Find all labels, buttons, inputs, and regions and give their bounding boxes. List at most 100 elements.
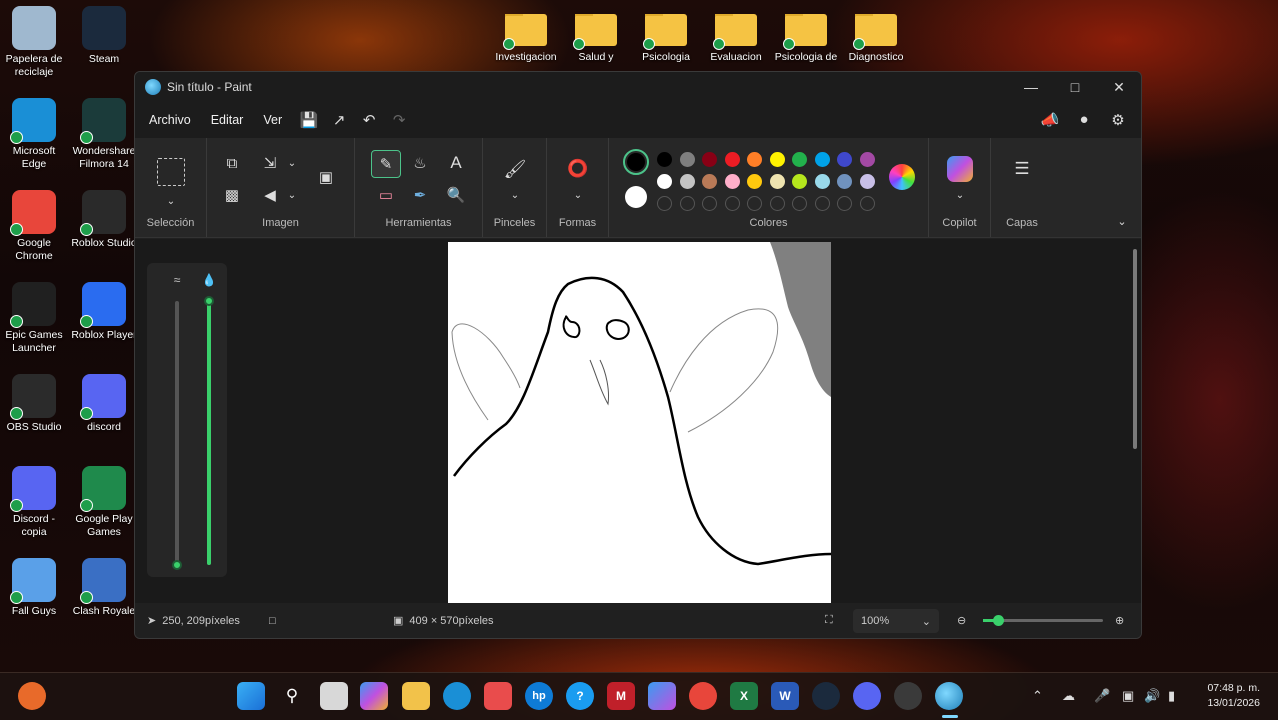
- clock[interactable]: 07:48 p. m. 13/01/2026: [1207, 681, 1260, 711]
- account-icon[interactable]: ●: [1069, 111, 1099, 129]
- desktop-shortcut[interactable]: Roblox Studio: [69, 190, 139, 250]
- task-view-icon[interactable]: [320, 682, 348, 710]
- color-picker-icon[interactable]: ✒: [407, 182, 433, 208]
- color-swatch[interactable]: [859, 174, 875, 189]
- obs-icon[interactable]: [894, 682, 922, 710]
- color-swatch[interactable]: [724, 152, 740, 167]
- opacity-slider[interactable]: 💧: [199, 273, 219, 573]
- magnifier-icon[interactable]: 🔍: [443, 182, 469, 208]
- size-slider-thumb[interactable]: [172, 560, 182, 570]
- color-swatch[interactable]: [679, 152, 695, 167]
- menu-ver[interactable]: Ver: [255, 113, 290, 127]
- weather-widget-icon[interactable]: [18, 682, 46, 710]
- color-swatch[interactable]: [859, 152, 875, 167]
- paint-taskbar-icon[interactable]: [935, 682, 963, 710]
- chevron-down-icon[interactable]: ⌄: [502, 182, 528, 208]
- chrome-icon[interactable]: [689, 682, 717, 710]
- chevron-down-icon[interactable]: ⌄: [947, 182, 973, 208]
- desktop-shortcut[interactable]: Clash Royale: [69, 558, 139, 618]
- color-swatch[interactable]: [702, 152, 717, 167]
- desktop-folder[interactable]: Diagnostico: [838, 14, 914, 63]
- desktop-shortcut[interactable]: Google Chrome: [0, 190, 69, 263]
- desktop-folder[interactable]: Investigacion: [488, 14, 564, 63]
- opacity-slider-thumb[interactable]: [204, 296, 214, 306]
- color-swatch[interactable]: [747, 152, 762, 167]
- color-swatch[interactable]: [724, 174, 740, 189]
- custom-color-slot[interactable]: [792, 196, 807, 211]
- secondary-color-button[interactable]: [625, 186, 647, 208]
- desktop-shortcut[interactable]: Epic Games Launcher: [0, 282, 69, 355]
- background-removal-icon[interactable]: ▣: [313, 164, 339, 190]
- minimize-button[interactable]: —: [1009, 79, 1053, 96]
- cloud-icon[interactable]: ☁: [1062, 688, 1075, 704]
- color-swatch[interactable]: [679, 174, 695, 189]
- desktop-folder[interactable]: Salud y: [558, 14, 634, 63]
- save-icon[interactable]: 💾: [294, 111, 324, 129]
- custom-color-slot[interactable]: [859, 196, 875, 211]
- chevron-down-icon[interactable]: ⌄: [279, 182, 305, 208]
- image-effects-icon[interactable]: ▩: [219, 182, 245, 208]
- color-swatch[interactable]: [814, 152, 830, 167]
- custom-color-slot[interactable]: [702, 196, 717, 211]
- zoom-out-icon[interactable]: ⊖: [957, 614, 966, 627]
- color-swatch[interactable]: [747, 174, 762, 189]
- brush-icon[interactable]: 🖌: [502, 156, 528, 182]
- zoom-in-icon[interactable]: ⊕: [1115, 614, 1124, 627]
- color-swatch[interactable]: [769, 174, 785, 189]
- color-swatch[interactable]: [702, 174, 717, 189]
- desktop-shortcut[interactable]: discord: [69, 374, 139, 434]
- custom-color-slot[interactable]: [769, 196, 785, 211]
- desktop-folder[interactable]: Evaluacion: [698, 14, 774, 63]
- share-icon[interactable]: ↗: [324, 111, 354, 129]
- desktop-shortcut[interactable]: Fall Guys: [0, 558, 69, 618]
- start-icon[interactable]: [237, 682, 265, 710]
- volume-icon[interactable]: 🔊: [1144, 688, 1160, 704]
- fill-bucket-icon[interactable]: ♨: [407, 150, 433, 176]
- windows-app-icon[interactable]: [648, 682, 676, 710]
- help-icon[interactable]: ?: [566, 682, 594, 710]
- color-swatch[interactable]: [769, 152, 785, 167]
- pencil-icon[interactable]: ✎: [371, 150, 401, 178]
- menu-editar[interactable]: Editar: [203, 113, 252, 127]
- hp-icon[interactable]: hp: [525, 682, 553, 710]
- edit-colors-icon[interactable]: [889, 164, 915, 190]
- custom-color-slot[interactable]: [679, 196, 695, 211]
- fit-to-window-icon[interactable]: ⛶: [825, 614, 833, 627]
- settings-gear-icon[interactable]: ⚙: [1103, 111, 1133, 129]
- color-swatch[interactable]: [792, 174, 807, 189]
- desktop-shortcut[interactable]: Papelera de reciclaje: [0, 6, 69, 79]
- collapse-ribbon-icon[interactable]: ⌄: [1109, 208, 1135, 234]
- color-swatch[interactable]: [837, 152, 852, 167]
- copilot-icon[interactable]: [360, 682, 388, 710]
- layers-icon[interactable]: ☰: [1009, 156, 1035, 182]
- copilot-icon[interactable]: [947, 156, 973, 182]
- search-icon[interactable]: ⚲: [278, 682, 306, 710]
- primary-color-button[interactable]: [623, 149, 649, 175]
- edge-icon[interactable]: [443, 682, 471, 710]
- excel-icon[interactable]: X: [730, 682, 758, 710]
- discord-icon[interactable]: [853, 682, 881, 710]
- desktop-folder[interactable]: Psicologia de: [768, 14, 844, 63]
- mcafee-icon[interactable]: M: [607, 682, 635, 710]
- steam-icon[interactable]: [812, 682, 840, 710]
- announcement-icon[interactable]: 📣: [1035, 111, 1065, 129]
- desktop-shortcut[interactable]: Roblox Player: [69, 282, 139, 342]
- select-rectangle-icon[interactable]: [157, 158, 185, 186]
- chevron-up-icon[interactable]: ⌃: [1032, 688, 1043, 704]
- store-icon[interactable]: [484, 682, 512, 710]
- close-button[interactable]: ✕: [1097, 79, 1141, 96]
- chevron-down-icon[interactable]: ⌄: [158, 188, 184, 214]
- redo-icon[interactable]: ↷: [384, 111, 414, 129]
- desktop-shortcut[interactable]: Wondershare Filmora 14: [69, 98, 139, 171]
- display-icon[interactable]: ▣: [1122, 688, 1134, 704]
- desktop-shortcut[interactable]: Google Play Games: [69, 466, 139, 539]
- undo-icon[interactable]: ↶: [354, 111, 384, 129]
- menu-archivo[interactable]: Archivo: [141, 113, 199, 127]
- desktop-shortcut[interactable]: Steam: [69, 6, 139, 66]
- zoom-slider[interactable]: [983, 615, 1103, 626]
- color-swatch[interactable]: [814, 174, 830, 189]
- custom-color-slot[interactable]: [814, 196, 830, 211]
- file-explorer-icon[interactable]: [402, 682, 430, 710]
- crop-icon[interactable]: ⧉: [219, 150, 245, 176]
- vertical-scrollbar[interactable]: [1133, 249, 1137, 449]
